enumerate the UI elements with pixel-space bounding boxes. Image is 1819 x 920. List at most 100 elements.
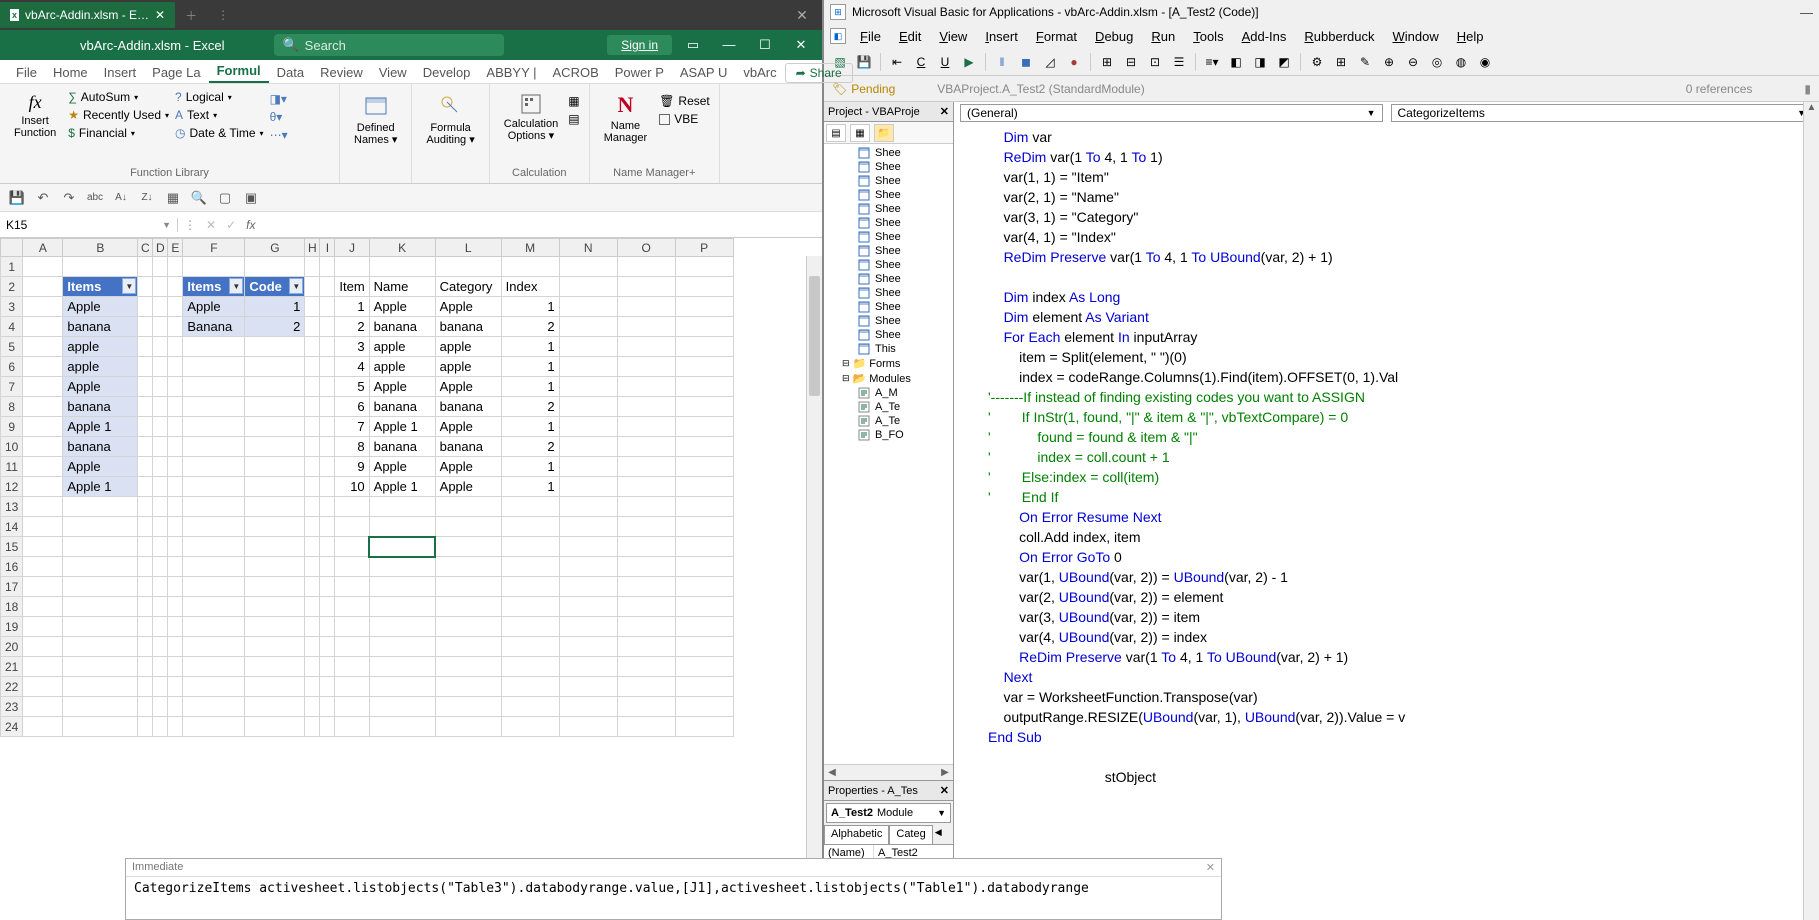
cell-M11[interactable]: 1 (501, 457, 559, 477)
cell-D12[interactable] (153, 477, 168, 497)
tree-module-item[interactable]: A_M (826, 386, 951, 400)
cell-C18[interactable] (138, 597, 153, 617)
cell-O6[interactable] (617, 357, 675, 377)
cell-C14[interactable] (138, 517, 153, 537)
row-header-1[interactable]: 1 (1, 257, 23, 277)
cell-E14[interactable] (168, 517, 183, 537)
cell-A11[interactable] (23, 457, 63, 477)
undo-button[interactable]: ↶ (34, 189, 52, 207)
cell-L9[interactable]: Apple (435, 417, 501, 437)
cell-I9[interactable] (320, 417, 335, 437)
cell-H24[interactable] (305, 717, 320, 737)
ribbon-tab-insert[interactable]: Insert (96, 62, 145, 83)
cell-H10[interactable] (305, 437, 320, 457)
cell-F12[interactable] (183, 477, 245, 497)
cell-F18[interactable] (183, 597, 245, 617)
cell-I5[interactable] (320, 337, 335, 357)
reset-button[interactable]: 🗑Reset (659, 92, 710, 110)
cell-C23[interactable] (138, 697, 153, 717)
formula-auditing-button[interactable]: FormulaAuditing ▾ (420, 88, 480, 150)
cell-J19[interactable] (335, 617, 369, 637)
tree-module-item[interactable]: B_FO (826, 428, 951, 442)
filter-icon[interactable]: ▼ (229, 278, 243, 294)
tb-btn-2[interactable]: ⊟ (1121, 52, 1141, 72)
cell-N6[interactable] (559, 357, 617, 377)
cell-B15[interactable] (63, 537, 138, 557)
cell-D13[interactable] (153, 497, 168, 517)
cell-G2[interactable]: Code▼ (245, 277, 305, 297)
proj-btn-3[interactable]: 📁 (874, 124, 894, 142)
cell-H7[interactable] (305, 377, 320, 397)
save-button[interactable]: 💾 (8, 189, 26, 207)
code-v-scrollbar[interactable]: ▲ (1803, 102, 1819, 920)
cell-J16[interactable] (335, 557, 369, 577)
fx-icon[interactable]: fx (246, 218, 255, 232)
ribbon-tab-review[interactable]: Review (312, 62, 371, 83)
cell-G6[interactable] (245, 357, 305, 377)
cell-M23[interactable] (501, 697, 559, 717)
tb-btn-12[interactable]: ⊕ (1379, 52, 1399, 72)
cell-B11[interactable]: Apple (63, 457, 138, 477)
tb-btn-6[interactable]: ◧ (1226, 52, 1246, 72)
cell-K9[interactable]: Apple 1 (369, 417, 435, 437)
cell-M20[interactable] (501, 637, 559, 657)
cell-I3[interactable] (320, 297, 335, 317)
cell-O16[interactable] (617, 557, 675, 577)
cell-P7[interactable] (675, 377, 733, 397)
cell-G12[interactable] (245, 477, 305, 497)
cell-L22[interactable] (435, 677, 501, 697)
ribbon-tab-data[interactable]: Data (269, 62, 312, 83)
properties-close-icon[interactable]: ✕ (940, 784, 949, 797)
cell-G15[interactable] (245, 537, 305, 557)
cell-F14[interactable] (183, 517, 245, 537)
cell-C10[interactable] (138, 437, 153, 457)
cell-F20[interactable] (183, 637, 245, 657)
cell-J3[interactable]: 1 (335, 297, 369, 317)
tree-sheet-item[interactable]: Shee (826, 328, 951, 342)
cell-A9[interactable] (23, 417, 63, 437)
tree-modules-folder[interactable]: ⊟📂Modules (826, 371, 951, 386)
tree-sheet-item[interactable]: Shee (826, 160, 951, 174)
cell-A21[interactable] (23, 657, 63, 677)
cell-J20[interactable] (335, 637, 369, 657)
row-header-18[interactable]: 18 (1, 597, 23, 617)
cell-O3[interactable] (617, 297, 675, 317)
cell-B10[interactable]: banana (63, 437, 138, 457)
recently-used-button[interactable]: ★Recently Used▾ (68, 106, 169, 124)
menu-edit[interactable]: Edit (891, 27, 929, 46)
cell-I19[interactable] (320, 617, 335, 637)
status-more-icon[interactable]: ▮ (1804, 82, 1811, 96)
cell-P20[interactable] (675, 637, 733, 657)
cell-O24[interactable] (617, 717, 675, 737)
row-header-20[interactable]: 20 (1, 637, 23, 657)
cell-K7[interactable]: Apple (369, 377, 435, 397)
tree-module-item[interactable]: A_Te (826, 400, 951, 414)
stop-button[interactable]: ◼ (1016, 52, 1036, 72)
cell-F3[interactable]: Apple (183, 297, 245, 317)
cell-O18[interactable] (617, 597, 675, 617)
col-header-corner[interactable] (1, 239, 23, 257)
cell-I7[interactable] (320, 377, 335, 397)
cell-M13[interactable] (501, 497, 559, 517)
cell-B8[interactable]: banana (63, 397, 138, 417)
cell-K20[interactable] (369, 637, 435, 657)
cell-D15[interactable] (153, 537, 168, 557)
cell-C3[interactable] (138, 297, 153, 317)
cell-C5[interactable] (138, 337, 153, 357)
cancel-formula-icon[interactable]: ✕ (206, 218, 216, 232)
cell-F16[interactable] (183, 557, 245, 577)
cell-P9[interactable] (675, 417, 733, 437)
cell-I10[interactable] (320, 437, 335, 457)
cell-E1[interactable] (168, 257, 183, 277)
cell-C24[interactable] (138, 717, 153, 737)
cell-I4[interactable] (320, 317, 335, 337)
lookup-icon[interactable]: ◨▾ (270, 92, 288, 106)
cell-M14[interactable] (501, 517, 559, 537)
cell-K17[interactable] (369, 577, 435, 597)
cell-H20[interactable] (305, 637, 320, 657)
cell-N13[interactable] (559, 497, 617, 517)
immediate-input[interactable]: CategorizeItems activesheet.listobjects(… (126, 877, 1221, 900)
cell-E10[interactable] (168, 437, 183, 457)
cell-F10[interactable] (183, 437, 245, 457)
macros-button[interactable]: ▣ (242, 189, 260, 207)
